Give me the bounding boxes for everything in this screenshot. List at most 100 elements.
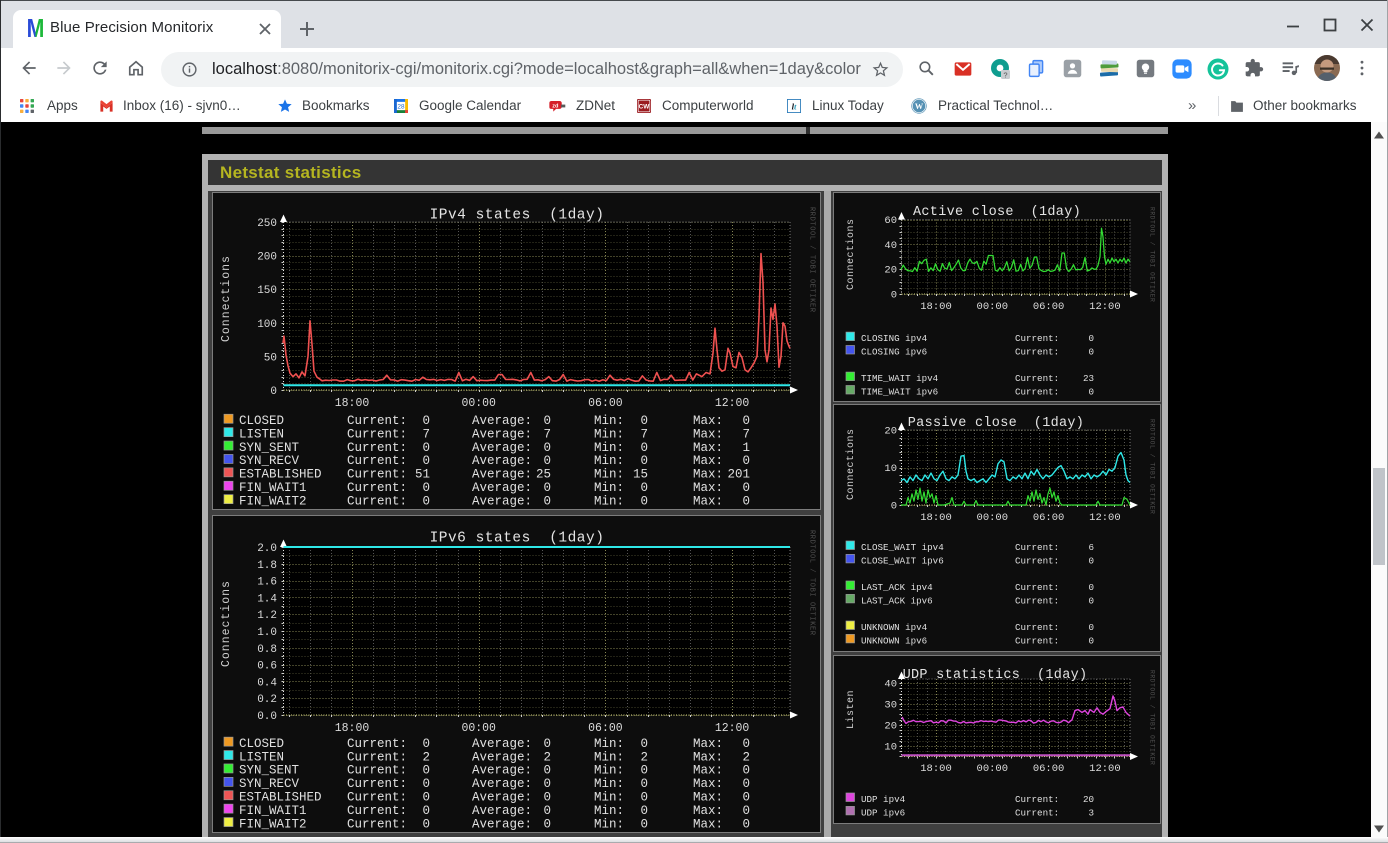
svg-text:Connections: Connections: [845, 428, 857, 500]
svg-text:10: 10: [884, 463, 897, 475]
svg-text:0: 0: [640, 481, 648, 495]
svg-text:LISTEN: LISTEN: [239, 750, 284, 764]
svg-text:0.8: 0.8: [257, 644, 277, 656]
svg-text:0: 0: [543, 791, 551, 805]
svg-text:Current:: Current:: [1015, 333, 1059, 344]
svg-text:20: 20: [884, 265, 897, 277]
svg-text:Average:: Average:: [472, 777, 532, 791]
svg-text:1.4: 1.4: [257, 593, 277, 605]
svg-text:0: 0: [742, 791, 750, 805]
svg-text:0: 0: [422, 454, 430, 468]
svg-text:0: 0: [742, 481, 750, 495]
svg-text:12:00: 12:00: [1089, 512, 1121, 524]
svg-text:Current:: Current:: [347, 737, 407, 751]
svg-text:0: 0: [742, 494, 750, 508]
svg-text:Average:: Average:: [472, 804, 532, 818]
svg-text:IPv4 states (1day): IPv4 states (1day): [430, 208, 605, 224]
svg-text:Min:: Min:: [594, 777, 624, 791]
svg-text:CLOSED: CLOSED: [239, 737, 284, 751]
svg-text:Average:: Average:: [472, 494, 532, 508]
svg-text:LAST_ACK ipv4: LAST_ACK ipv4: [861, 582, 933, 593]
svg-text:00:00: 00:00: [977, 763, 1009, 775]
svg-text:Average:: Average:: [472, 454, 532, 468]
svg-text:0: 0: [742, 737, 750, 751]
svg-text:06:00: 06:00: [1033, 301, 1065, 313]
svg-text:CLOSE_WAIT ipv6: CLOSE_WAIT ipv6: [861, 555, 944, 566]
svg-text:00:00: 00:00: [461, 722, 496, 735]
svg-text:20: 20: [884, 426, 897, 438]
svg-text:0: 0: [742, 804, 750, 818]
svg-text:Connections: Connections: [220, 255, 233, 342]
svg-text:0: 0: [543, 777, 551, 791]
svg-text:0.0: 0.0: [257, 711, 277, 723]
svg-text:0: 0: [1088, 582, 1094, 593]
svg-text:Min:: Min:: [594, 494, 624, 508]
svg-text:M: M: [27, 17, 45, 39]
svg-text:Current:: Current:: [1015, 387, 1059, 398]
svg-text:Min:: Min:: [594, 427, 624, 441]
svg-text:0: 0: [742, 414, 750, 428]
svg-text:200: 200: [257, 252, 277, 264]
svg-text:Min:: Min:: [594, 804, 624, 818]
svg-text:0: 0: [1088, 635, 1094, 646]
svg-text:W: W: [915, 102, 924, 111]
svg-text:ESTABLISHED: ESTABLISHED: [239, 468, 322, 482]
svg-text:Current:: Current:: [347, 764, 407, 778]
svg-text:Min:: Min:: [594, 468, 624, 482]
svg-text:06:00: 06:00: [1033, 763, 1065, 775]
svg-text:0: 0: [1088, 333, 1094, 344]
svg-text:2: 2: [543, 750, 551, 764]
svg-text:1.6: 1.6: [257, 577, 277, 589]
svg-text:Max:: Max:: [693, 764, 723, 778]
svg-text:1.8: 1.8: [257, 560, 277, 572]
svg-text:0: 0: [640, 804, 648, 818]
svg-text:Current:: Current:: [1015, 635, 1059, 646]
svg-text:0: 0: [640, 414, 648, 428]
svg-text:Max:: Max:: [693, 777, 723, 791]
svg-text:0: 0: [422, 494, 430, 508]
svg-text:Average:: Average:: [472, 791, 532, 805]
svg-text:Min:: Min:: [594, 454, 624, 468]
svg-text:0: 0: [543, 441, 551, 455]
svg-text:0: 0: [742, 817, 750, 831]
svg-text:RRDTOOL / TOBI OETIKER: RRDTOOL / TOBI OETIKER: [808, 530, 816, 636]
svg-text:0: 0: [891, 290, 897, 302]
svg-text:Connections: Connections: [845, 218, 857, 290]
svg-text:Average:: Average:: [472, 427, 532, 441]
svg-text:Current:: Current:: [1015, 373, 1059, 384]
svg-text:Current:: Current:: [347, 427, 407, 441]
svg-text:0: 0: [422, 481, 430, 495]
svg-text:Connections: Connections: [220, 580, 233, 667]
svg-text:12:00: 12:00: [1089, 763, 1121, 775]
svg-text:0: 0: [422, 414, 430, 428]
svg-text:Average:: Average:: [472, 468, 532, 482]
svg-text:0.4: 0.4: [257, 677, 277, 689]
svg-text:0: 0: [543, 817, 551, 831]
svg-text:Current:: Current:: [1015, 347, 1059, 358]
svg-text:Max:: Max:: [693, 441, 723, 455]
svg-text:12:00: 12:00: [715, 397, 750, 410]
svg-text:3: 3: [1088, 807, 1094, 818]
svg-text:0: 0: [422, 441, 430, 455]
svg-text:0: 0: [1088, 347, 1094, 358]
svg-text:0: 0: [543, 764, 551, 778]
svg-text:0: 0: [640, 441, 648, 455]
svg-text:Max:: Max:: [693, 414, 723, 428]
svg-text:UDP ipv4: UDP ipv4: [861, 794, 906, 805]
svg-text:0: 0: [543, 804, 551, 818]
svg-text:0: 0: [422, 804, 430, 818]
svg-text:0: 0: [422, 764, 430, 778]
svg-text:RRDTOOL / TOBI OETIKER: RRDTOOL / TOBI OETIKER: [808, 207, 816, 313]
svg-text:Min:: Min:: [594, 764, 624, 778]
svg-text:RRDTOOL / TOBI OETIKER: RRDTOOL / TOBI OETIKER: [1149, 207, 1156, 302]
svg-text:Listen: Listen: [845, 690, 857, 729]
svg-text:0: 0: [1088, 387, 1094, 398]
svg-text:Current:: Current:: [1015, 622, 1059, 633]
svg-text:CLOSING ipv4: CLOSING ipv4: [861, 333, 928, 344]
svg-text:SYN_RECV: SYN_RECV: [239, 454, 300, 468]
svg-text:Max:: Max:: [693, 481, 723, 495]
svg-text:0.6: 0.6: [257, 661, 277, 673]
svg-text:2: 2: [640, 750, 648, 764]
svg-text:Max:: Max:: [693, 494, 723, 508]
svg-text:0: 0: [1088, 595, 1094, 606]
